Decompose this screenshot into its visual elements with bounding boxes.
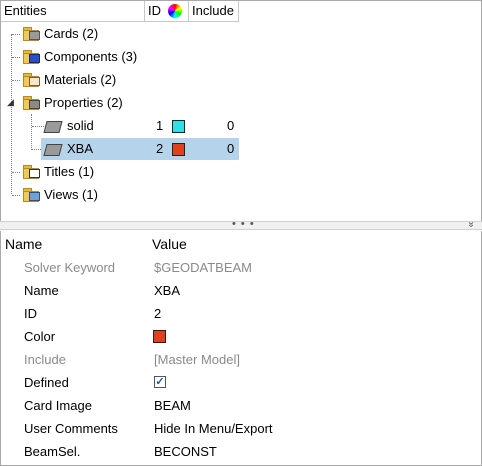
defined-checkbox[interactable]: ✓ [154, 376, 166, 388]
collapse-arrow-icon[interactable]: ◢ [7, 98, 14, 107]
tree-item-label: Cards (2) [44, 26, 99, 41]
color-swatch[interactable] [172, 120, 185, 133]
tree-item-titles[interactable]: Titles (1) [1, 161, 301, 183]
id-cell: 2 [156, 141, 164, 156]
tree-item-label: solid [67, 118, 94, 133]
panel-splitter[interactable]: • • • » [0, 218, 482, 230]
prop-row-solver-keyword: Solver Keyword $GEODATBEAM [1, 256, 481, 279]
prop-value: [Master Model] [154, 352, 240, 367]
prop-value[interactable]: Hide In Menu/Export [154, 417, 273, 440]
include-cell: 0 [227, 141, 235, 156]
id-cell: 1 [156, 118, 164, 133]
tree-branch [12, 172, 20, 173]
entity-browser: Entities ID Include Cards (2) Components… [0, 0, 482, 222]
prop-row-card-image[interactable]: Card Image BEAM [1, 394, 481, 417]
id-column-header[interactable]: ID [145, 1, 189, 21]
cards-icon [29, 31, 40, 40]
tree-branch [12, 57, 20, 58]
collapse-chevron-icon[interactable]: » [466, 222, 477, 228]
tree-item-label: XBA [67, 141, 94, 156]
tree-item-views[interactable]: Views (1) [1, 184, 301, 206]
prop-row-id[interactable]: ID 2 [1, 302, 481, 325]
folder-icon [23, 73, 40, 87]
prop-row-name[interactable]: Name XBA [1, 279, 481, 302]
tree-item-label: Titles (1) [44, 164, 95, 179]
entity-browser-header: Entities ID Include [1, 1, 239, 22]
titles-icon [29, 169, 40, 178]
splitter-grip[interactable]: • • • [232, 218, 255, 230]
color-swatch[interactable] [172, 143, 185, 156]
prop-name: BeamSel. [24, 444, 81, 459]
color-swatch[interactable] [153, 330, 166, 343]
include-cell: 0 [227, 118, 235, 133]
materials-icon [29, 77, 40, 86]
folder-icon [23, 27, 40, 41]
tree-branch [12, 195, 20, 196]
name-column-header[interactable]: Name [5, 235, 42, 253]
tree-branch [12, 80, 20, 81]
components-icon [29, 54, 40, 63]
tree-item-label: Materials (2) [44, 72, 117, 87]
prop-name: Defined [24, 375, 69, 390]
tree-branch [12, 34, 20, 35]
prop-row-color[interactable]: Color [1, 325, 481, 348]
tree-item-property-xba[interactable]: XBA 2 0 [41, 138, 239, 160]
prop-name: ID [24, 306, 37, 321]
folder-icon [23, 188, 40, 202]
entities-column-header[interactable]: Entities [1, 1, 145, 21]
tree-item-label: Views (1) [44, 187, 98, 202]
tree-item-components[interactable]: Components (3) [1, 46, 301, 68]
prop-row-beamsel[interactable]: BeamSel. BECONST [1, 440, 481, 463]
color-wheel-icon [168, 4, 182, 18]
prop-value[interactable]: XBA [154, 279, 180, 302]
tree-item-materials[interactable]: Materials (2) [1, 69, 301, 91]
properties-icon [29, 100, 40, 109]
prop-name: Name [24, 283, 59, 298]
tree-branch [32, 126, 44, 127]
prop-value: $GEODATBEAM [154, 260, 253, 275]
property-icon [43, 121, 63, 133]
prop-value[interactable]: BECONST [154, 440, 217, 463]
prop-name: User Comments [24, 421, 118, 436]
folder-icon [23, 165, 40, 179]
views-icon [29, 192, 40, 201]
prop-row-include: Include [Master Model] [1, 348, 481, 371]
tree-branch [32, 149, 41, 150]
prop-row-defined[interactable]: Defined ✓ [1, 371, 481, 394]
value-column-header[interactable]: Value [152, 235, 187, 253]
prop-name: Card Image [24, 398, 92, 413]
tree-item-cards[interactable]: Cards (2) [1, 23, 301, 45]
folder-icon [23, 50, 40, 64]
prop-name: Color [24, 329, 56, 344]
prop-name: Solver Keyword [24, 260, 116, 275]
prop-row-user-comments[interactable]: User Comments Hide In Menu/Export [1, 417, 481, 440]
tree-item-properties[interactable]: ◢ Properties (2) [1, 92, 301, 114]
property-panel: Name Value Solver Keyword $GEODATBEAM Na… [0, 231, 482, 466]
property-icon [43, 144, 63, 156]
folder-icon [23, 96, 40, 110]
prop-name: Include [24, 352, 66, 367]
prop-value[interactable]: BEAM [154, 394, 191, 417]
tree-item-label: Properties (2) [44, 95, 123, 110]
tree-item-label: Components (3) [44, 49, 138, 64]
prop-value[interactable]: 2 [154, 302, 161, 325]
include-column-header[interactable]: Include [189, 1, 239, 21]
tree-item-property-solid[interactable]: solid 1 0 [1, 115, 301, 137]
